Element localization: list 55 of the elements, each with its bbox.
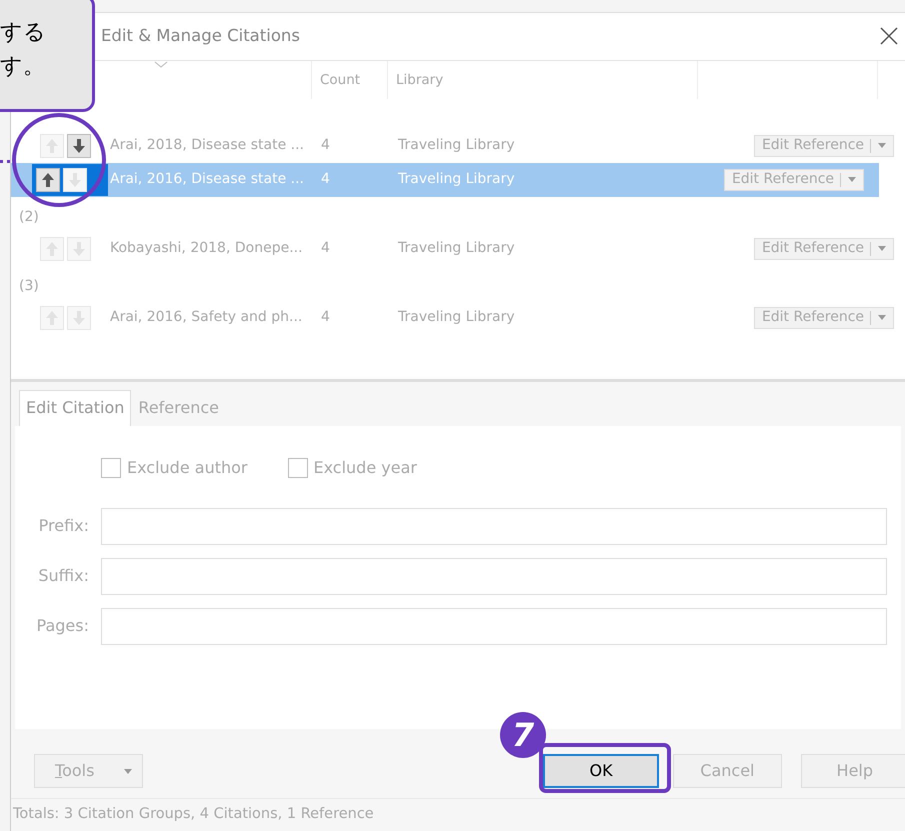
caret-icon <box>878 246 886 252</box>
tab[interactable]: Edit Citation <box>19 390 132 426</box>
tab[interactable]: Reference <box>131 390 226 426</box>
close-icon[interactable] <box>879 26 899 46</box>
caret-icon <box>878 143 886 148</box>
edit-reference-button[interactable]: Edit Reference <box>754 306 894 329</box>
citation-row[interactable]: Arai, 2016, Safety and ph... 4 Traveling Library Edit Reference <box>11 300 905 335</box>
library-cell-text: Traveling Library <box>398 136 515 156</box>
checkbox[interactable] <box>101 458 121 478</box>
checkbox-label: Exclude year <box>314 456 417 479</box>
input-field[interactable] <box>101 608 887 645</box>
checkbox[interactable] <box>288 458 308 478</box>
citation-row[interactable]: Arai, 2016, Disease state ... 4 Traveling Library Edit Reference <box>11 162 879 197</box>
checkbox-label: Exclude author <box>127 456 248 479</box>
tools-dropdown[interactable]: Tools <box>34 754 143 788</box>
window-title: Edit & Manage Citations <box>101 25 300 48</box>
library-cell-text: Traveling Library <box>398 239 515 258</box>
callout-text: する <box>0 19 46 47</box>
move-up-button[interactable] <box>36 168 60 192</box>
group-label: (2) <box>19 208 39 227</box>
citation-text: Arai, 2018, Disease state ... <box>109 136 306 156</box>
callout-text: す。 <box>0 53 46 81</box>
count-cell-text: 4 <box>321 308 331 328</box>
caret-icon <box>848 177 856 182</box>
count-cell-text: 4 <box>321 136 331 156</box>
down-arrow-icon <box>72 138 86 154</box>
input-field[interactable] <box>101 558 887 595</box>
edit-reference-button[interactable]: Edit Reference <box>754 134 894 157</box>
column-header[interactable]: Count <box>320 70 360 90</box>
field-label: Prefix: <box>38 515 90 538</box>
library-cell-text: Traveling Library <box>398 308 515 328</box>
field-label: Pages: <box>36 615 90 638</box>
citation-text: Kobayashi, 2018, Donepe... <box>109 239 304 258</box>
cancel-button[interactable]: Cancel <box>673 754 782 788</box>
group-label: (3) <box>19 276 39 296</box>
status-bar: Totals: 3 Citation Groups, 4 Citations, 1 Reference <box>11 798 905 831</box>
move-down-button[interactable] <box>67 134 91 158</box>
count-cell-text: 4 <box>321 170 331 190</box>
field-label: Suffix: <box>37 565 90 588</box>
citation-text: Arai, 2016, Disease state ... <box>109 170 306 190</box>
edit-reference-button[interactable]: Edit Reference <box>754 238 894 260</box>
edit-reference-button[interactable]: Edit Reference <box>724 168 864 191</box>
caret-icon <box>878 315 886 320</box>
column-header[interactable]: Library <box>396 70 444 90</box>
citation-row[interactable]: Kobayashi, 2018, Donepe... 4 Traveling Library Edit Reference <box>11 232 905 266</box>
count-cell-text: 4 <box>321 239 331 258</box>
up-arrow-icon <box>41 172 55 188</box>
citation-text: Arai, 2016, Safety and ph... <box>109 308 304 328</box>
ok-button[interactable]: OK <box>542 754 660 788</box>
caret-icon <box>124 768 132 774</box>
input-field[interactable] <box>101 508 887 545</box>
library-cell-text: Traveling Library <box>398 170 515 190</box>
sort-icon[interactable] <box>154 60 168 69</box>
citation-row[interactable]: Arai, 2018, Disease state ... 4 Traveling Library Edit Reference <box>11 128 905 163</box>
help-button[interactable]: Help <box>800 754 905 788</box>
